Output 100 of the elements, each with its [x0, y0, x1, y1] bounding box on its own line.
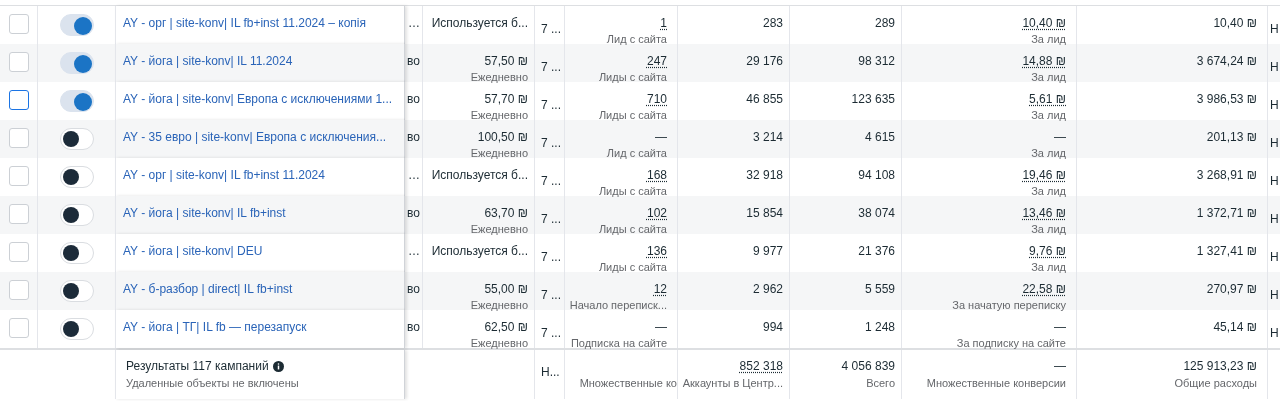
results-value[interactable]: 1: [660, 16, 667, 30]
campaign-link[interactable]: AY - йога | site-konv| DEU: [123, 244, 397, 258]
table-cell-text: во: [407, 320, 420, 336]
cost-value[interactable]: 22,58 ₪: [1022, 282, 1066, 296]
summary-note: Удаленные объекты не включены: [126, 377, 300, 390]
summary-label: Множественные ко: [579, 377, 677, 390]
result-type: Лиды с сайта: [598, 71, 667, 84]
budget-period: Ежедневно: [470, 71, 528, 84]
campaign-link[interactable]: AY - йога | ТГ| IL fb — перезапуск: [123, 320, 397, 334]
table-cell-text: 283: [762, 16, 783, 32]
table-cell-text: 29 176: [746, 54, 783, 70]
table-cell: 7 ...: [541, 288, 561, 302]
cost-type: За лид: [1031, 109, 1066, 122]
table-cell: 7 ...: [541, 98, 561, 112]
table-cell-text: 3 674,24 ₪: [1196, 54, 1257, 70]
table-cell: Н: [1270, 288, 1279, 302]
row-checkbox[interactable]: [8, 90, 29, 110]
table-cell: Н: [1270, 22, 1279, 36]
result-type: Лид с сайта: [606, 33, 667, 46]
result-type: Лиды с сайта: [598, 185, 667, 198]
results-value[interactable]: 12: [653, 282, 667, 296]
results-value[interactable]: 247: [646, 54, 667, 68]
budget-period: Ежедневно: [470, 337, 528, 350]
budget-value: Используется б...: [431, 244, 528, 258]
summary-label: Множественные конверсии: [926, 377, 1066, 390]
toggle-switch[interactable]: [59, 128, 94, 150]
results-value[interactable]: 136: [646, 244, 667, 258]
result-type: Начало переписк...: [569, 299, 667, 312]
table-cell: 4 056 839: [841, 359, 895, 373]
table-cell-text: 3 986,53 ₪: [1196, 92, 1257, 108]
summary-label: Всего: [866, 377, 895, 390]
table-cell-text: 10,40 ₪: [1213, 16, 1257, 32]
campaign-link[interactable]: AY - йога | site-konv| Европа с исключениями 1...: [123, 92, 397, 106]
cost-value[interactable]: 9,76 ₪: [1029, 244, 1066, 258]
results-value: —: [655, 130, 667, 144]
campaign-link[interactable]: AY - б-разбор | direct| IL fb+inst: [123, 282, 397, 296]
table-cell: Н: [1270, 174, 1279, 188]
budget-value: 55,00 ₪: [484, 282, 528, 296]
table-cell-text: во: [407, 54, 420, 70]
table-cell-text: …: [408, 168, 420, 184]
cost-value[interactable]: 19,46 ₪: [1022, 168, 1066, 182]
cost-type: За лид: [1031, 147, 1066, 160]
table-cell-text: 123 635: [851, 92, 895, 108]
budget-value: Используется б...: [431, 16, 528, 30]
toggle-switch[interactable]: [59, 90, 94, 112]
budget-value: 57,50 ₪: [484, 54, 528, 68]
table-cell-text: во: [407, 130, 420, 146]
table-cell: 7 ...: [541, 250, 561, 264]
table-cell-text: 46 855: [746, 92, 783, 108]
budget-period: Ежедневно: [470, 147, 528, 160]
table-cell: 7 ...: [541, 174, 561, 188]
campaign-link[interactable]: AY - орг | site-konv| IL fb+inst 11.2024: [123, 168, 397, 182]
table-cell: —: [1054, 359, 1066, 373]
table-cell: Н: [1270, 136, 1279, 150]
table-cell: Н: [1270, 60, 1279, 74]
info-icon[interactable]: [272, 360, 284, 372]
cost-type: За подписку на сайте: [956, 337, 1066, 350]
campaign-link[interactable]: AY - орг | site-konv| IL fb+inst 11.2024 – копія: [123, 16, 397, 30]
table-cell: 7 ...: [541, 60, 561, 74]
table-cell-text: 1 248: [864, 320, 895, 336]
toggle-switch[interactable]: [59, 52, 94, 74]
table-cell-text: 15 854: [746, 206, 783, 222]
cost-type: За лид: [1031, 71, 1066, 84]
table-cell-text: 98 312: [858, 54, 895, 70]
table-cell-text: 201,13 ₪: [1206, 130, 1257, 146]
cost-value[interactable]: 5,61 ₪: [1029, 92, 1066, 106]
table-cell-text: 994: [762, 320, 783, 336]
cost-type: За лид: [1031, 185, 1066, 198]
campaign-link[interactable]: AY - йога | site-konv| IL fb+inst: [123, 206, 397, 220]
cost-value[interactable]: 13,46 ₪: [1022, 206, 1066, 220]
results-value[interactable]: 102: [646, 206, 667, 220]
cost-type: За лид: [1031, 261, 1066, 274]
table-cell-text: 1 372,71 ₪: [1196, 206, 1257, 222]
cost-value[interactable]: 10,40 ₪: [1022, 16, 1066, 30]
summary-title: Результаты 117 кампаний: [126, 359, 269, 373]
toggle-switch[interactable]: [59, 242, 94, 264]
table-cell-text: 9 977: [752, 244, 783, 260]
table-cell-text: 3 214: [752, 130, 783, 146]
cost-value[interactable]: 14,88 ₪: [1022, 54, 1066, 68]
budget-period: Ежедневно: [470, 299, 528, 312]
table-cell: Н: [1270, 250, 1279, 264]
campaign-link[interactable]: AY - 35 евро | site-konv| Европа с исключения...: [123, 130, 397, 144]
results-value[interactable]: 710: [646, 92, 667, 106]
table-cell: 125 913,23 ₪: [1183, 359, 1257, 373]
toggle-switch[interactable]: [59, 166, 94, 188]
results-value[interactable]: 168: [646, 168, 667, 182]
toggle-switch[interactable]: [59, 280, 94, 302]
result-type: Лид с сайта: [606, 147, 667, 160]
table-cell-text: 3 268,91 ₪: [1196, 168, 1257, 184]
table-cell-text: 21 376: [858, 244, 895, 260]
campaign-link[interactable]: AY - йога | site-konv| IL 11.2024: [123, 54, 397, 68]
table-cell-text: во: [407, 206, 420, 222]
budget-value: 57,70 ₪: [484, 92, 528, 106]
toggle-switch[interactable]: [59, 204, 94, 226]
summary-label: Аккаунты в Центр...: [682, 377, 783, 390]
table-cell-text: 2 962: [752, 282, 783, 298]
toggle-switch[interactable]: [59, 318, 94, 340]
table-cell-text: 45,14 ₪: [1213, 320, 1257, 336]
toggle-switch[interactable]: [59, 14, 94, 36]
budget-period: Ежедневно: [470, 109, 528, 122]
